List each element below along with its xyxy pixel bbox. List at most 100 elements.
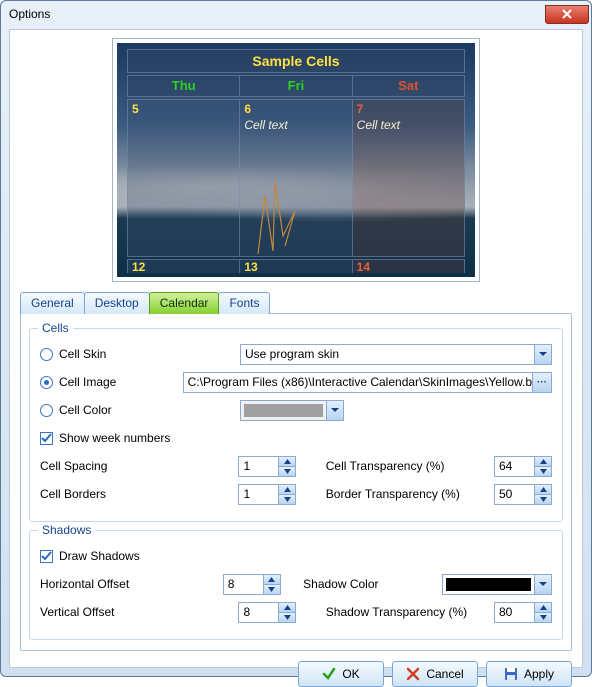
shadows-group: Shadows Draw Shadows Horizontal Offset 8 [29,530,563,640]
draw-shadows-label: Draw Shadows [59,549,140,563]
day-header-fri: Fri [240,75,352,97]
apply-button[interactable]: Apply [486,661,572,687]
chevron-down-icon [539,350,547,358]
cell-skin-label: Cell Skin [59,347,106,361]
titlebar: Options [1,1,591,27]
sample-cell: 5 [127,99,240,257]
sample-cell: 14 [353,259,465,273]
cell-borders-spinner[interactable]: 1 [238,484,296,505]
ok-button[interactable]: OK [298,661,384,687]
cell-skin-radio[interactable] [40,348,53,361]
spin-down[interactable] [535,467,551,476]
chevron-up-icon [540,605,547,610]
spin-down[interactable] [535,613,551,622]
cell-color-select[interactable] [240,400,344,421]
sample-cell: 12 [127,259,240,273]
spin-down[interactable] [264,585,280,594]
cell-number: 6 [244,102,251,116]
spin-up[interactable] [535,485,551,495]
cell-spacing-spinner[interactable]: 1 [238,456,296,477]
close-icon [562,9,572,19]
cell-number: 7 [357,102,364,116]
draw-shadows-checkbox[interactable] [40,550,53,563]
vertical-offset-label: Vertical Offset [40,605,114,619]
close-button[interactable] [545,5,589,24]
chevron-down-icon [539,580,547,588]
preview-image: Sample Cells Thu Fri Sat 5 6 Cell text [117,43,475,277]
cells-group: Cells Cell Skin Use program skin [29,328,563,522]
spin-down[interactable] [279,467,295,476]
day-header-sat: Sat [353,75,465,97]
cell-borders-value: 1 [243,487,278,501]
sample-title: Sample Cells [127,49,465,73]
cell-spacing-value: 1 [243,459,278,473]
chevron-up-icon [284,459,291,464]
spin-down[interactable] [535,495,551,504]
spin-up[interactable] [264,575,280,585]
dropdown-button[interactable] [534,575,551,594]
tabstrip: General Desktop Calendar Fonts [20,292,572,314]
horizontal-offset-label: Horizontal Offset [40,577,129,591]
sample-cell: 13 [240,259,352,273]
cell-image-value: C:\Program Files (x86)\Interactive Calen… [188,375,532,389]
spin-up[interactable] [279,457,295,467]
check-icon [41,551,52,562]
vertical-offset-spinner[interactable]: 8 [238,602,296,623]
shadow-transparency-spinner[interactable]: 80 [494,602,552,623]
cell-color-label: Cell Color [59,403,112,417]
sample-cell: 6 Cell text [240,99,352,257]
horizontal-offset-spinner[interactable]: 8 [223,574,281,595]
chevron-down-icon [284,497,291,502]
border-transparency-value: 50 [499,487,534,501]
color-swatch [446,578,531,591]
shadow-transparency-value: 80 [499,605,534,619]
window-title: Options [9,7,50,21]
cancel-button[interactable]: Cancel [392,661,478,687]
cell-transparency-label: Cell Transparency (%) [326,459,445,473]
tab-fonts[interactable]: Fonts [218,292,270,314]
cells-row: 5 6 Cell text 7 Cell text [127,99,465,257]
dropdown-button[interactable] [534,345,551,364]
check-icon [41,433,52,444]
vertical-offset-value: 8 [243,605,278,619]
cell-skin-value: Use program skin [245,347,534,361]
chevron-down-icon [331,406,339,414]
button-bar: OK Cancel Apply [20,661,572,687]
spin-up[interactable] [279,603,295,613]
spin-up[interactable] [279,485,295,495]
chevron-down-icon [268,587,275,592]
chevron-down-icon [540,615,547,620]
dropdown-button[interactable] [326,401,343,420]
spin-down[interactable] [279,613,295,622]
shadow-color-label: Shadow Color [303,577,378,591]
cell-color-radio[interactable] [40,404,53,417]
chevron-up-icon [540,459,547,464]
spin-up[interactable] [535,457,551,467]
cell-image-input[interactable]: C:\Program Files (x86)\Interactive Calen… [183,372,552,393]
tab-desktop[interactable]: Desktop [84,292,150,314]
bottom-row: 12 13 14 [127,259,465,273]
spin-up[interactable] [535,603,551,613]
sample-cell: 7 Cell text [353,99,465,257]
shadow-transparency-label: Shadow Transparency (%) [326,605,467,619]
show-week-checkbox[interactable] [40,432,53,445]
chevron-down-icon [540,469,547,474]
shadow-color-select[interactable] [442,574,552,595]
spin-down[interactable] [279,495,295,504]
browse-button[interactable]: ··· [532,373,551,392]
group-title: Shadows [38,523,95,537]
cell-transparency-value: 64 [499,459,534,473]
options-window: Options Sample Cells Thu Fri Sat 5 [0,0,592,677]
color-swatch [244,404,323,417]
cell-transparency-spinner[interactable]: 64 [494,456,552,477]
cancel-label: Cancel [426,667,463,681]
cell-skin-select[interactable]: Use program skin [240,344,552,365]
show-week-label: Show week numbers [59,431,170,445]
client-area: Sample Cells Thu Fri Sat 5 6 Cell text [9,29,583,668]
cell-image-radio[interactable] [40,376,53,389]
group-title: Cells [38,321,73,335]
border-transparency-spinner[interactable]: 50 [494,484,552,505]
tab-calendar[interactable]: Calendar [149,292,220,314]
tab-general[interactable]: General [20,292,85,314]
cell-text: Cell text [357,118,400,132]
